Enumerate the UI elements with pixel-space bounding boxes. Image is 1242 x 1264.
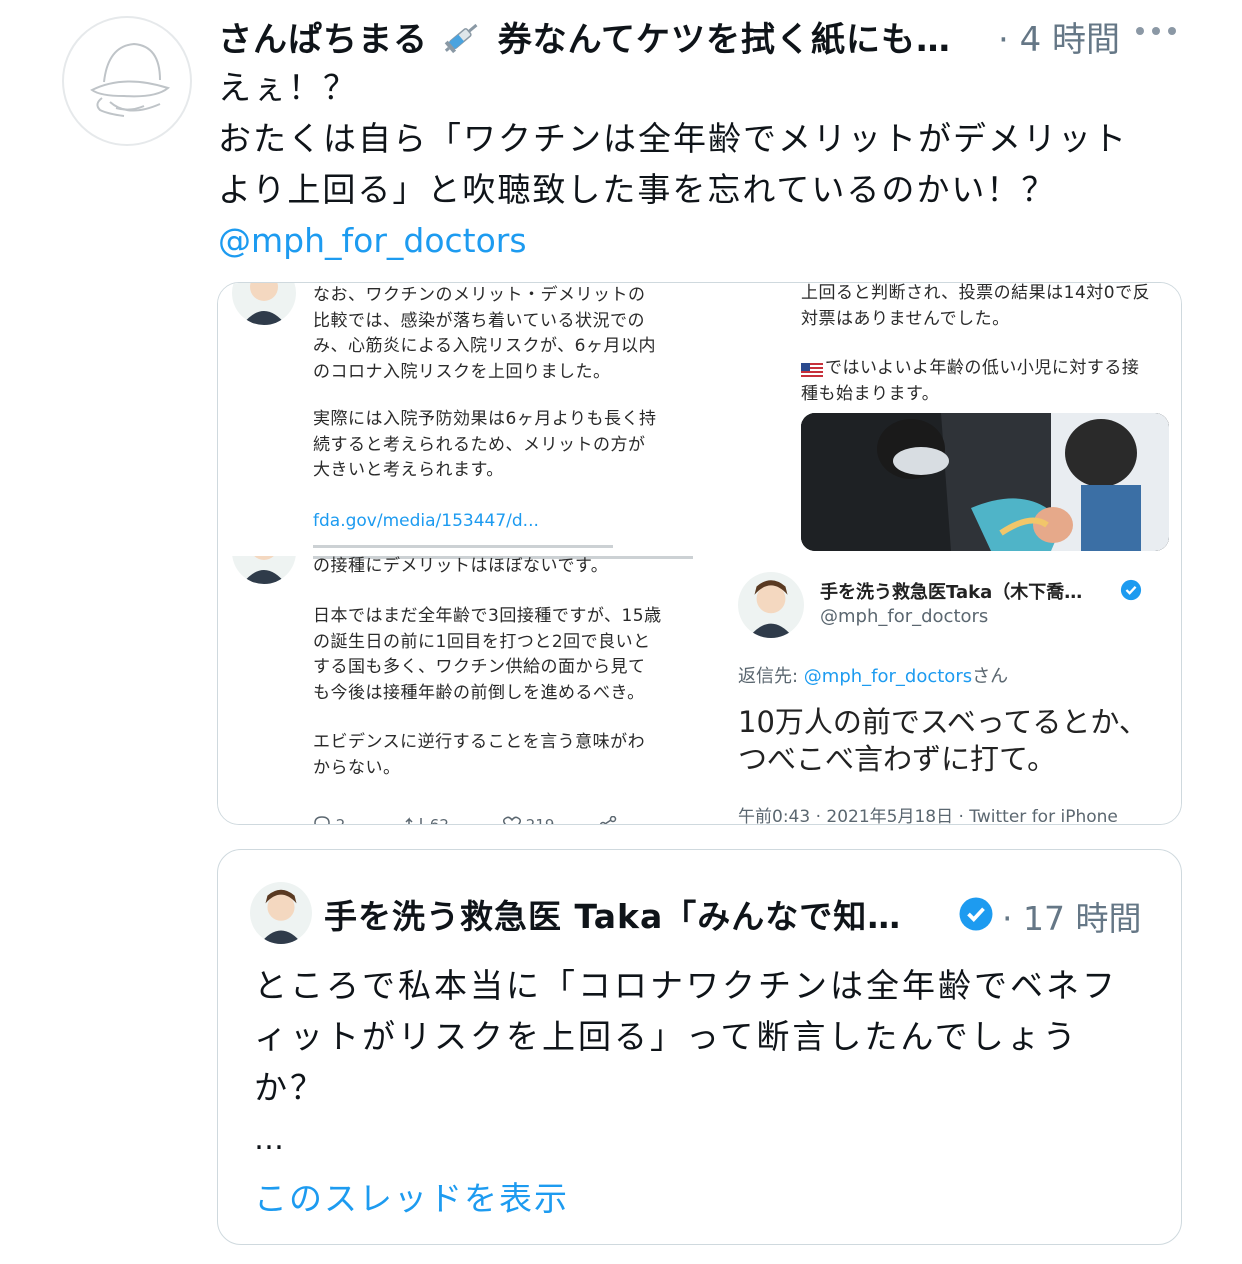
tweet-text: えぇ！？ おたくは自ら「ワクチンは全年齢でメリットがデメリット より上回る」と吹…	[218, 62, 1218, 266]
syringe-icon	[444, 23, 478, 54]
heart-icon	[502, 816, 522, 824]
screenshot-paragraph: 上回ると判断され、投票の結果は14対0で反 対票はありませんでした。	[801, 283, 1151, 329]
tweet-text-line: より上回る」と吹聴致した事を忘れているのかい！？	[218, 170, 1057, 209]
doctor-avatar	[232, 283, 296, 325]
author-name-text: さんぱちまる	[218, 20, 428, 60]
screenshot-paragraph: 実際には入院予防効果は6ヶ月よりも長く持 続すると考えられるため、メリットの方が…	[313, 409, 657, 480]
quoted-tweet-text: ところで私本当に「コロナワクチンは全年齢でベネフ ィットがリスクを上回る」って断…	[254, 966, 1118, 1107]
like-count: 219	[502, 816, 554, 824]
quoted-tweet-ellipsis: …	[254, 1122, 286, 1157]
image-grid[interactable]: なお、ワクチンのメリット・デメリットの 比較では、感染が落ち着いている状況での …	[217, 282, 1182, 825]
screenshot-image-3[interactable]: の接種にデメリットはほぼないです。 日本ではまだ全年齢で3回接種ですが、15歳 …	[218, 556, 713, 824]
share-count	[599, 815, 617, 824]
doctor-avatar	[232, 556, 296, 584]
tweet-time[interactable]: · 4 時間	[998, 12, 1120, 61]
verified-badge-icon	[959, 897, 993, 931]
tweet-text-line: えぇ！？	[218, 68, 358, 107]
quoted-tweet-card[interactable]: 手を洗う救急医 Taka「みんなで知… · 17 時間 ところで私本当に「コロナ…	[217, 849, 1182, 1245]
author-name-rest: 券なんてケツを拭く紙にも…	[497, 20, 951, 60]
reply-to-line: 返信先: @mph_for_doctorsさん	[738, 662, 1008, 688]
more-dots-icon[interactable]	[1134, 16, 1178, 46]
quoted-tweet-time[interactable]: · 17 時間	[1002, 892, 1141, 940]
quoted-author-name[interactable]: 手を洗う救急医 Taka「みんなで知…	[324, 890, 901, 938]
screenshot-paragraph: エビデンスに逆行することを言う意味がわ からない。	[313, 732, 646, 778]
screenshot-author-name: 手を洗う救急医Taka（木下喬…	[820, 582, 1083, 603]
reply-icon	[314, 816, 330, 824]
mention-link[interactable]: @mph_for_doctors	[218, 215, 1218, 266]
screenshot-tweet-text: 10万人の前でスベってるとか、 つべこべ言わずに打て。	[738, 705, 1148, 776]
screenshot-paragraph: なお、ワクチンのメリット・デメリットの 比較では、感染が落ち着いている状況での …	[313, 285, 656, 382]
author-name[interactable]: さんぱちまる 券なんてケツを拭く紙にも…	[218, 12, 951, 61]
cropped-text-edge	[313, 545, 613, 548]
reply-count: 2	[313, 816, 345, 824]
screenshot-paragraph: 日本ではまだ全年齢で3回接種ですが、15歳 の誕生日の前に1回目を打つと2回で良…	[313, 606, 662, 703]
screenshot-image-4[interactable]: 手を洗う救急医Taka（木下喬… @mph_for_doctors 返信先: @…	[718, 556, 1181, 825]
retweet-count: 62	[405, 816, 449, 824]
tweet-header: さんぱちまる 券なんてケツを拭く紙にも… · 4 時間	[218, 8, 1228, 61]
screenshot-image-2[interactable]: 上回ると判断され、投票の結果は14対0で反 対票はありませんでした。 ではいよい…	[703, 283, 1181, 551]
author-avatar[interactable]	[62, 16, 192, 146]
screenshot-paragraph: ではいよいよ年齢の低い小児に対する接 種も始まります。	[801, 358, 1140, 404]
tweet-text-line: おたくは自ら「ワクチンは全年齢でメリットがデメリット	[218, 119, 1128, 158]
reply-to-label: 返信先:	[738, 666, 804, 687]
doctor-avatar	[738, 572, 804, 638]
screenshot-image-1[interactable]: なお、ワクチンのメリット・デメリットの 比較では、感染が落ち着いている状況での …	[218, 283, 698, 551]
hat-sketch-avatar	[90, 42, 171, 117]
screenshot-paragraph: の接種にデメリットはほぼないです。	[313, 556, 609, 576]
screenshot-action-row: 2 62 219	[313, 815, 633, 824]
screenshot-author-handle: @mph_for_doctors	[820, 606, 989, 627]
reply-to-handle: @mph_for_doctors	[803, 666, 973, 687]
retweet-icon	[405, 817, 422, 824]
show-thread-link[interactable]: このスレッドを表示	[254, 1172, 569, 1220]
verified-badge-icon	[1120, 579, 1142, 601]
vaccination-photo	[801, 413, 1169, 551]
screenshot-tweet-meta: 午前0:43 · 2021年5月18日 · Twitter for iPhone	[738, 807, 1118, 825]
share-icon	[599, 815, 617, 824]
quoted-author-avatar[interactable]	[250, 882, 312, 944]
reply-to-suffix: さん	[972, 666, 1009, 687]
fda-link: fda.gov/media/153447/d...	[313, 511, 539, 531]
